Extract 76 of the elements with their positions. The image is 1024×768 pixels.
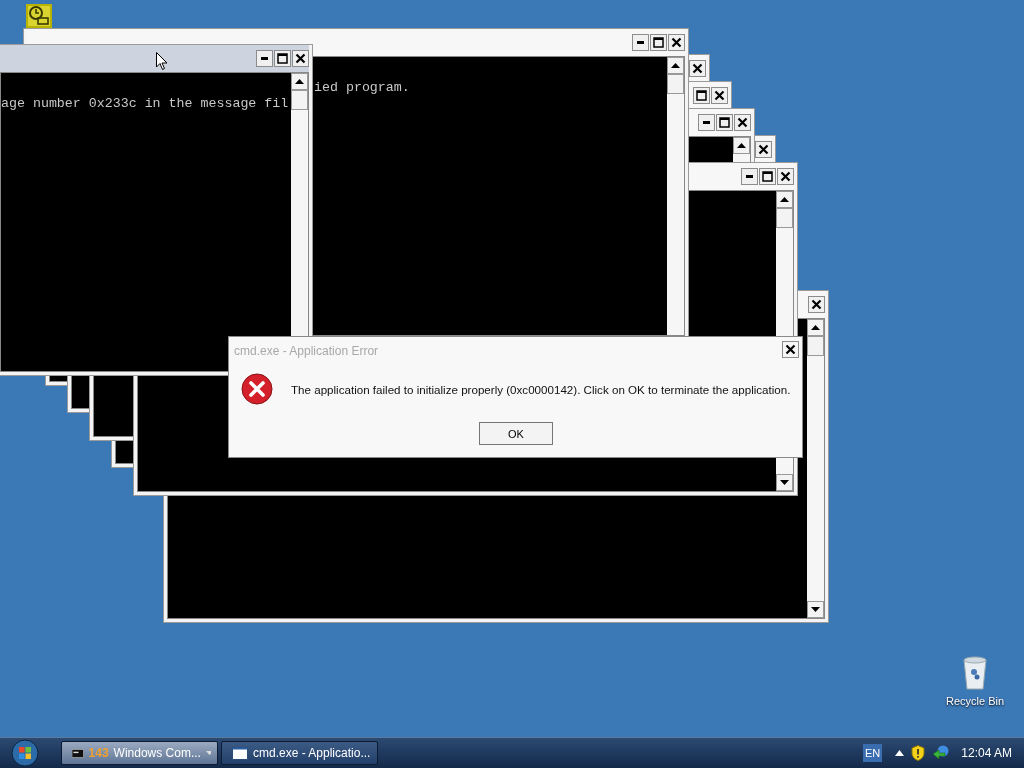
scroll-down-button[interactable] (807, 601, 824, 618)
minimize-button[interactable] (741, 168, 758, 185)
close-icon (737, 117, 748, 128)
maximize-button[interactable] (650, 34, 667, 51)
window-icon (232, 746, 248, 760)
down-arrow-icon (780, 480, 789, 485)
maximize-button[interactable] (759, 168, 776, 185)
up-arrow-icon (295, 79, 304, 84)
minimize-button[interactable] (698, 114, 715, 131)
minimize-icon (637, 41, 644, 44)
maximize-icon (653, 37, 664, 48)
close-button[interactable] (668, 34, 685, 51)
close-button[interactable] (292, 50, 309, 67)
dialog-title: cmd.exe - Application Error (234, 344, 379, 358)
close-icon (671, 37, 682, 48)
maximize-icon (719, 117, 730, 128)
caret-icon[interactable] (205, 751, 211, 755)
scroll-up-button[interactable] (667, 57, 684, 74)
close-icon (295, 53, 306, 64)
close-button[interactable] (755, 141, 772, 158)
shield-icon[interactable] (911, 745, 926, 761)
taskbar-button[interactable]: cmd.exe - Applicatio... (221, 741, 378, 765)
minimize-button[interactable] (632, 34, 649, 51)
close-button[interactable] (782, 341, 799, 358)
maximize-icon (277, 53, 288, 64)
language-indicator[interactable]: EN (863, 744, 883, 762)
up-arrow-icon (671, 63, 680, 68)
console-text: age number 0x233c in the message fil (1, 96, 289, 111)
close-icon (714, 90, 725, 101)
up-arrow-icon (780, 197, 789, 202)
close-icon (780, 171, 791, 182)
scroll-up-button[interactable] (733, 137, 750, 154)
scroll-up-button[interactable] (291, 73, 308, 90)
close-button[interactable] (777, 168, 794, 185)
close-icon (758, 144, 769, 155)
clock-icon[interactable] (26, 4, 52, 28)
console-text: ied program. (314, 80, 410, 95)
down-arrow-icon (811, 607, 820, 612)
maximize-button[interactable] (716, 114, 733, 131)
close-button[interactable] (734, 114, 751, 131)
error-message: The application failed to initialize properly (0xc0000142). Click on OK to terminate the application. (291, 383, 791, 396)
scroll-up-button[interactable] (807, 319, 824, 336)
maximize-icon (762, 171, 773, 182)
minimize-button[interactable] (256, 50, 273, 67)
scroll-thumb[interactable] (776, 208, 793, 228)
ok-button[interactable]: OK (479, 422, 553, 445)
taskbar-button-label: Windows Com... (113, 746, 201, 760)
recycle-bin-icon[interactable] (962, 656, 988, 690)
maximize-button[interactable] (274, 50, 291, 67)
window-count: 143 (88, 746, 109, 760)
scroll-down-button[interactable] (776, 474, 793, 491)
taskbar-button-label: cmd.exe - Applicatio... (253, 746, 371, 760)
error-icon (241, 373, 273, 405)
maximize-button[interactable] (693, 87, 710, 104)
close-button[interactable] (711, 87, 728, 104)
network-icon[interactable] (932, 745, 951, 761)
start-button[interactable] (11, 739, 39, 767)
clock[interactable]: 12:04 AM (961, 746, 1012, 760)
minimize-icon (746, 175, 753, 178)
scroll-up-button[interactable] (776, 191, 793, 208)
close-button[interactable] (808, 296, 825, 313)
cursor-icon (156, 52, 168, 71)
up-arrow-icon (811, 325, 820, 330)
maximize-icon (696, 90, 707, 101)
close-icon (785, 344, 796, 355)
close-button[interactable] (689, 60, 706, 77)
console-icon (72, 747, 84, 759)
desktop-icon-label[interactable]: Recycle Bin (945, 695, 1005, 707)
scroll-thumb[interactable] (807, 336, 824, 356)
scroll-thumb[interactable] (291, 90, 308, 110)
scroll-thumb[interactable] (667, 74, 684, 94)
up-arrow-icon[interactable] (895, 750, 905, 756)
minimize-icon (703, 121, 710, 124)
close-icon (692, 63, 703, 74)
close-icon (811, 299, 822, 310)
up-arrow-icon (737, 143, 746, 148)
